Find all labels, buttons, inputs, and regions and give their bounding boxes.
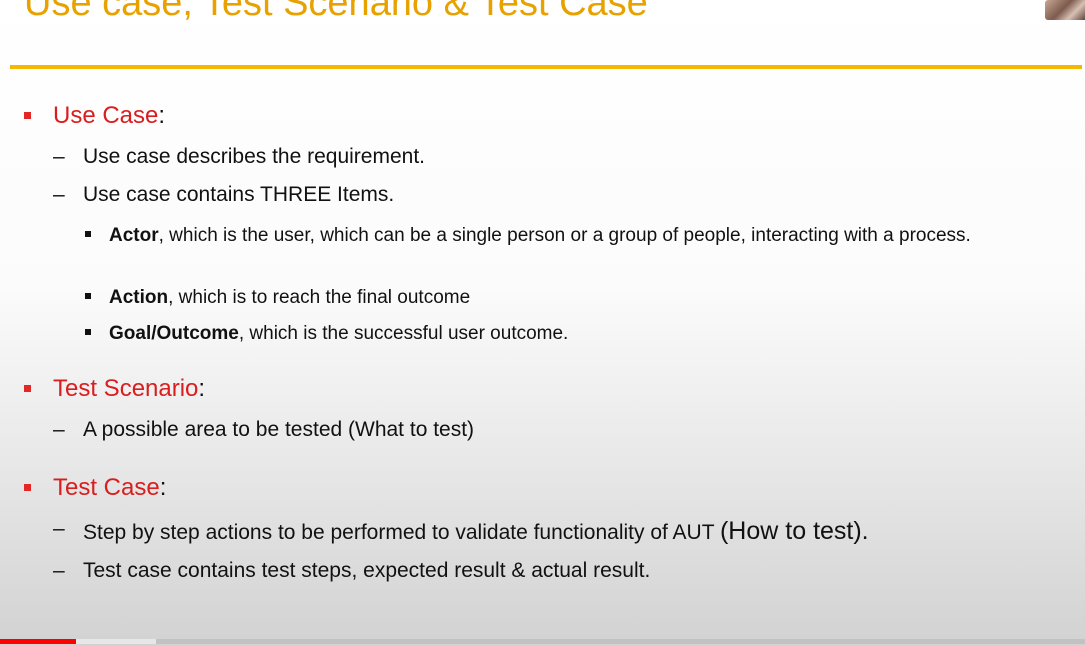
heading-colon: :: [198, 375, 206, 402]
square-bullet-icon: [24, 484, 31, 491]
video-progress-bar[interactable]: [0, 639, 1085, 644]
section-heading-test-case: Test Case: [53, 474, 160, 501]
dash-bullet-icon: –: [53, 559, 65, 582]
presenter-webcam-thumbnail: [1045, 0, 1085, 20]
small-square-bullet-icon: [85, 231, 91, 237]
list-item-text: Use case describes the requirement.: [83, 145, 425, 168]
dash-bullet-icon: –: [53, 145, 65, 168]
square-bullet-icon: [24, 112, 31, 119]
list-item-text: Step by step actions to be performed to …: [83, 521, 720, 544]
dash-bullet-icon: –: [53, 418, 65, 441]
list-item-text: A possible area to be tested (What to te…: [83, 418, 475, 441]
term-description: , which is the successful user outcome.: [238, 323, 569, 344]
dash-bullet-icon: –: [53, 517, 65, 540]
square-bullet-icon: [24, 385, 31, 392]
small-square-bullet-icon: [85, 293, 91, 299]
section-heading-use-case: Use Case: [53, 102, 159, 129]
term-goal-outcome: Goal/Outcome: [109, 323, 239, 344]
dash-bullet-icon: –: [53, 183, 65, 206]
small-square-bullet-icon: [85, 329, 91, 335]
list-item-text: Use case contains THREE Items.: [83, 183, 395, 206]
video-played-bar: [0, 639, 76, 644]
section-heading-test-scenario: Test Scenario: [53, 375, 199, 402]
term-actor: Actor: [109, 225, 159, 246]
list-item-emphasis: (How to test).: [719, 517, 869, 545]
title-underline: [10, 65, 1082, 69]
list-item-text: Test case contains test steps, expected …: [83, 559, 651, 582]
term-description: , which is the user, which can be a sing…: [158, 225, 971, 246]
term-description: , which is to reach the final outcome: [168, 287, 471, 308]
slide-title: Use case, Test Scenario & Test Case: [24, 0, 648, 24]
term-action: Action: [109, 287, 169, 308]
heading-colon: :: [159, 474, 167, 501]
heading-colon: :: [158, 102, 166, 129]
